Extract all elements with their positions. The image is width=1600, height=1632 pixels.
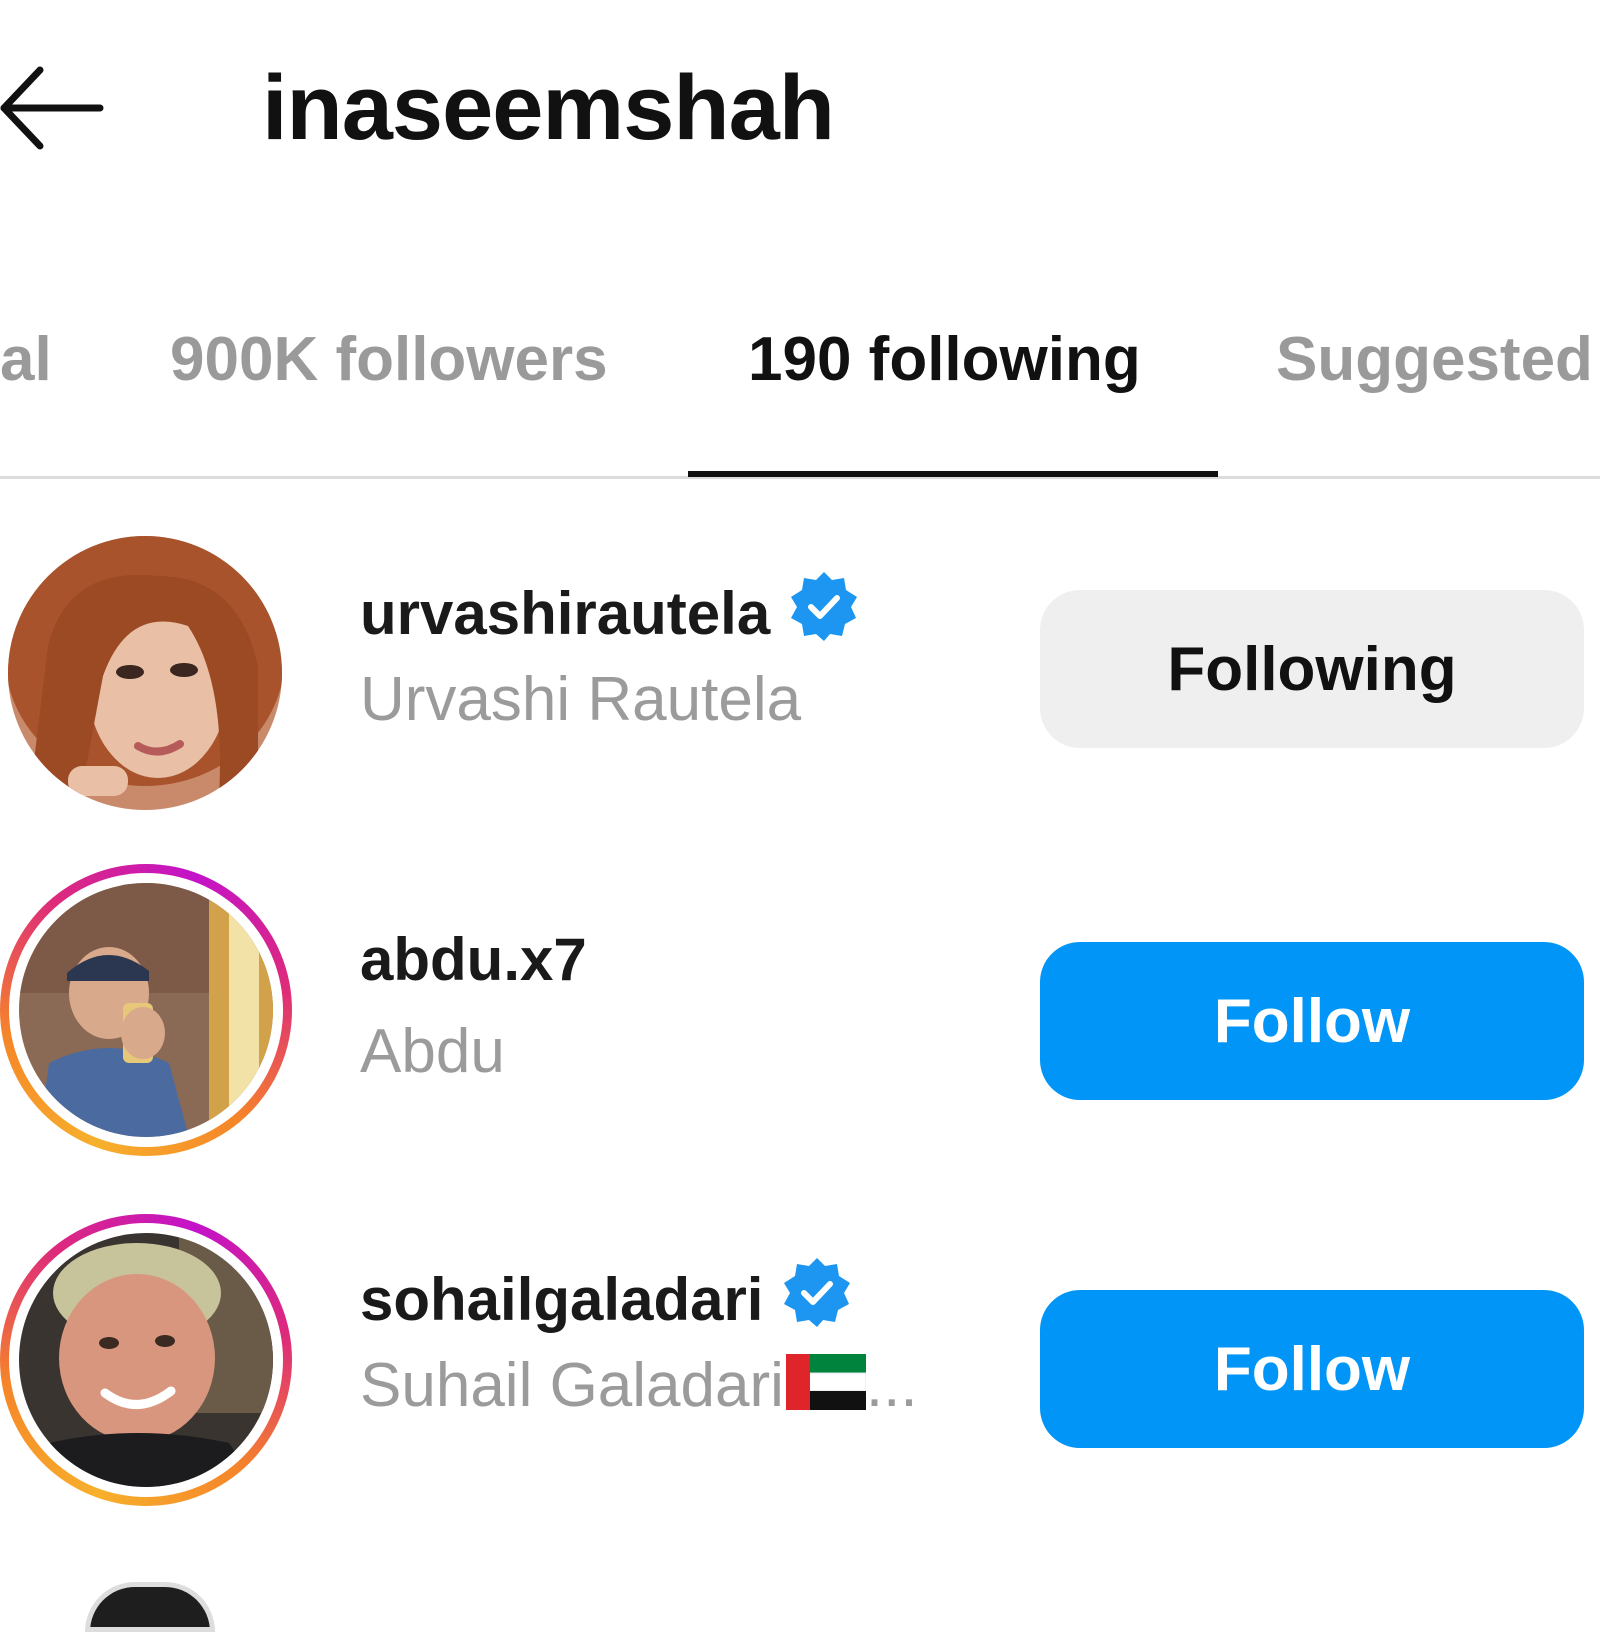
- verified-badge-icon: [784, 1258, 851, 1327]
- tab-suggested[interactable]: Suggested: [1276, 318, 1593, 402]
- active-tab-indicator: [688, 471, 1218, 477]
- uae-flag-icon: [785, 1354, 866, 1410]
- list-item[interactable]: urvashirautela Urvashi Rautela Following: [0, 526, 1600, 846]
- profile-photo: [8, 536, 282, 810]
- truncation-ellipsis: ...: [865, 1351, 918, 1420]
- username[interactable]: urvashirautela: [360, 570, 860, 652]
- username[interactable]: abdu.x7: [360, 922, 587, 998]
- tab-followers[interactable]: 900K followers: [170, 318, 608, 402]
- list-item[interactable]: sohailgaladari Suhail Galadari ... Follo…: [0, 1214, 1600, 1534]
- arrow-left-icon: [0, 66, 104, 150]
- full-name: Abdu: [360, 1017, 505, 1086]
- username-text: urvashirautela: [360, 580, 771, 647]
- full-name: Suhail Galadari ...: [360, 1346, 918, 1426]
- tab-mutual[interactable]: al: [0, 318, 52, 402]
- username-text: abdu.x7: [360, 926, 587, 993]
- top-bar: inaseemshah: [0, 0, 1600, 220]
- verified-badge-icon: [791, 572, 858, 641]
- follow-button[interactable]: Follow: [1040, 942, 1584, 1100]
- avatar[interactable]: [0, 1214, 292, 1506]
- username[interactable]: sohailgaladari: [360, 1256, 853, 1338]
- avatar[interactable]: [8, 536, 300, 828]
- follow-button[interactable]: Follow: [1040, 1290, 1584, 1448]
- avatar[interactable]: [0, 864, 292, 1156]
- next-avatar-partial[interactable]: [85, 1582, 215, 1632]
- tab-following[interactable]: 190 following: [748, 318, 1141, 402]
- list-item[interactable]: abdu.x7 Abdu Follow: [0, 864, 1600, 1184]
- full-name-text: Suhail Galadari: [360, 1351, 784, 1420]
- back-button[interactable]: [0, 62, 110, 154]
- following-button[interactable]: Following: [1040, 590, 1584, 748]
- profile-photo: [19, 883, 273, 1137]
- profile-photo: [19, 1233, 273, 1487]
- page-title: inaseemshah: [262, 57, 835, 159]
- full-name: Urvashi Rautela: [360, 665, 802, 734]
- username-text: sohailgaladari: [360, 1266, 764, 1333]
- tab-bar: al 900K followers 190 following Suggeste…: [0, 300, 1600, 480]
